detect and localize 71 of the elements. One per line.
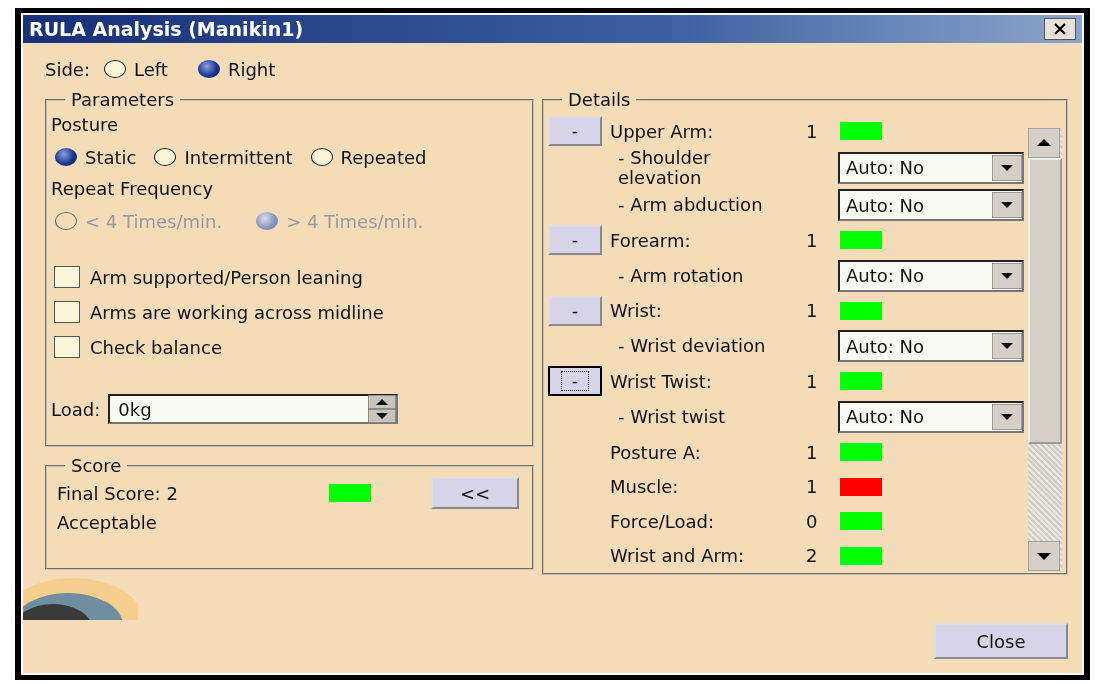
radio-button[interactable] bbox=[154, 148, 177, 166]
close-icon[interactable] bbox=[1044, 18, 1076, 40]
group-title: Parameters bbox=[70, 89, 176, 110]
checkbox[interactable] bbox=[54, 336, 80, 358]
auto-dropdown[interactable]: Auto: No bbox=[838, 189, 1024, 221]
collapse-button[interactable]: << bbox=[431, 477, 519, 509]
result-label: Muscle: bbox=[610, 476, 680, 498]
score-verdict: Acceptable bbox=[56, 512, 158, 533]
checkbox-label: Arms are working across midline bbox=[90, 301, 384, 323]
collapse-button[interactable]: - bbox=[548, 295, 602, 326]
result-label: Force/Load: bbox=[610, 510, 715, 532]
body-part-label: Upper Arm: bbox=[610, 120, 715, 142]
scroll-bar[interactable] bbox=[1028, 128, 1062, 571]
dropdown-arrow-icon[interactable] bbox=[992, 333, 1022, 360]
window-title: RULA Analysis (Manikin1) bbox=[29, 18, 304, 40]
posture-label: Posture bbox=[51, 113, 120, 137]
result-label: Wrist and Arm: bbox=[610, 545, 746, 567]
dropdown-arrow-icon[interactable] bbox=[992, 192, 1022, 218]
checkbox[interactable] bbox=[54, 301, 80, 323]
dropdown-arrow-icon[interactable] bbox=[992, 154, 1022, 181]
score-value: 2 bbox=[806, 545, 819, 567]
adjustment-label: - Shoulder elevation bbox=[617, 147, 712, 188]
adjustment-label: - Wrist deviation bbox=[617, 336, 767, 357]
score-value: 0 bbox=[806, 510, 819, 532]
score-value: 1 bbox=[806, 229, 819, 251]
auto-dropdown[interactable]: Auto: No bbox=[838, 151, 1024, 184]
radio-button[interactable] bbox=[310, 148, 333, 166]
final-score: Final Score: 2 bbox=[57, 482, 179, 504]
radio-label: Right bbox=[227, 58, 276, 80]
score-value: 1 bbox=[806, 370, 819, 392]
radio-label: > 4 Times/min. bbox=[286, 210, 424, 232]
collapse-button[interactable]: - bbox=[548, 366, 602, 397]
radio-button[interactable] bbox=[104, 60, 126, 78]
collapse-button[interactable]: - bbox=[548, 225, 602, 256]
group-title: Score bbox=[70, 455, 123, 476]
load-label: Load: bbox=[51, 398, 101, 420]
load-field[interactable]: 0kg bbox=[108, 394, 399, 424]
auto-dropdown[interactable]: Auto: No bbox=[838, 259, 1024, 292]
radio-button[interactable] bbox=[197, 60, 220, 78]
radio-label: Static bbox=[85, 146, 137, 168]
body-part-label: Wrist Twist: bbox=[610, 370, 713, 392]
auto-dropdown[interactable]: Auto: No bbox=[838, 400, 1024, 433]
spinner-arrows-icon[interactable] bbox=[368, 395, 397, 423]
dropdown-arrow-icon[interactable] bbox=[992, 403, 1022, 430]
body-part-label: Wrist: bbox=[610, 300, 663, 322]
adjustment-label: - Arm rotation bbox=[617, 265, 745, 286]
adjustment-label: - Arm abduction bbox=[617, 195, 764, 215]
radio-label: Left bbox=[134, 58, 168, 80]
body-part-label: Forearm: bbox=[610, 229, 692, 251]
collapse-button[interactable]: - bbox=[548, 116, 602, 147]
dropdown-arrow-icon[interactable] bbox=[992, 262, 1022, 289]
radio-button[interactable] bbox=[55, 148, 77, 166]
scroll-up-icon[interactable] bbox=[1028, 128, 1060, 158]
radio-label: Repeated bbox=[340, 146, 427, 168]
score-value: 1 bbox=[806, 300, 819, 322]
frequency-label: Repeat Frequency bbox=[51, 177, 215, 201]
group-title: Details bbox=[567, 89, 632, 110]
adjustment-label: - Wrist twist bbox=[617, 406, 726, 427]
checkbox-label: Check balance bbox=[90, 336, 222, 358]
score-value: 1 bbox=[806, 120, 819, 142]
scroll-down-icon[interactable] bbox=[1028, 541, 1060, 571]
auto-dropdown[interactable]: Auto: No bbox=[838, 330, 1024, 363]
result-label: Posture A: bbox=[610, 441, 702, 463]
score-value: 1 bbox=[806, 476, 819, 498]
close-button[interactable]: Close bbox=[934, 623, 1068, 659]
score-value: 1 bbox=[806, 441, 819, 463]
side-label: Side: bbox=[45, 58, 90, 80]
checkbox[interactable] bbox=[54, 266, 80, 288]
radio-label: Intermittent bbox=[184, 146, 293, 168]
checkbox-label: Arm supported/Person leaning bbox=[90, 266, 363, 288]
radio-label: < 4 Times/min. bbox=[85, 210, 223, 232]
